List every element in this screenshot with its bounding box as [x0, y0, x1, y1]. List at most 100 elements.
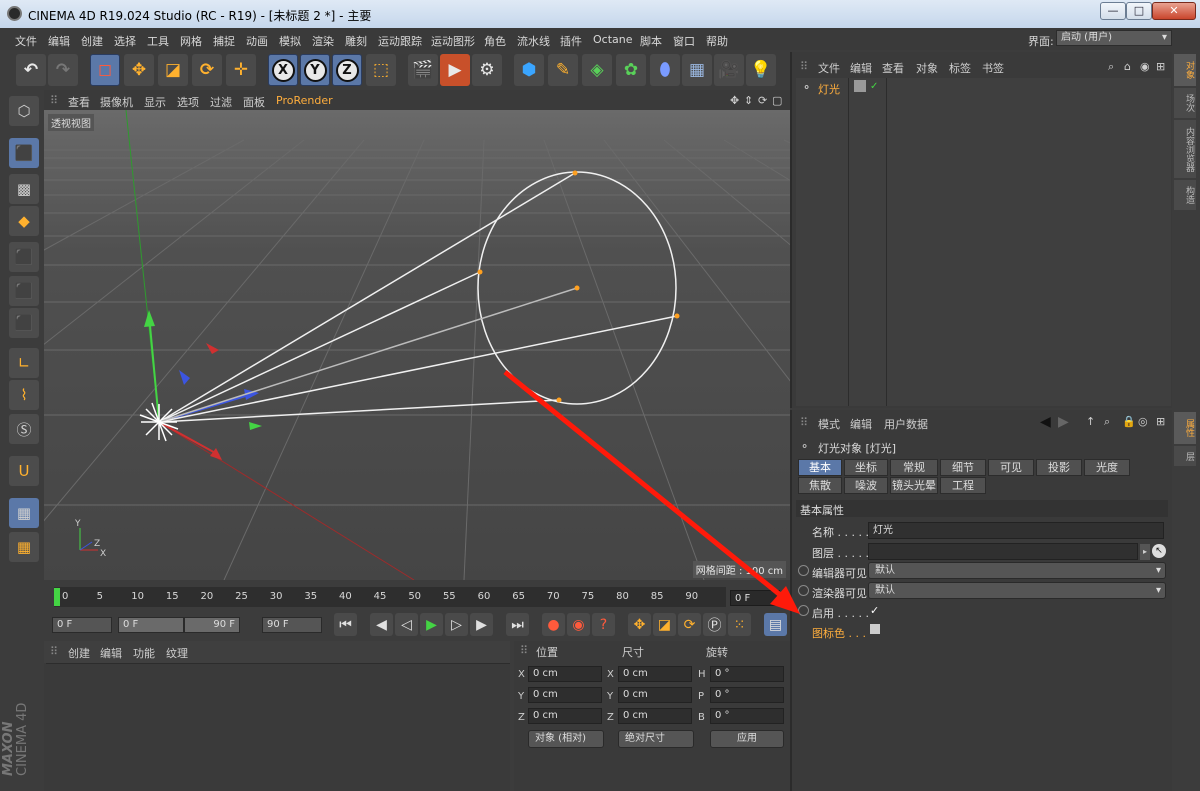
layer-swatch-icon[interactable] — [854, 80, 866, 92]
tab-caustics[interactable]: 焦散 — [798, 477, 842, 494]
expand-icon[interactable]: ⊞ — [1156, 415, 1165, 428]
menu-tools[interactable]: 工具 — [147, 33, 169, 49]
menu-help[interactable]: 帮助 — [706, 33, 728, 49]
pos-y-field[interactable]: 0 cm — [528, 687, 602, 703]
lock-icon[interactable]: 🔒 — [1122, 415, 1136, 428]
material-area[interactable] — [46, 663, 510, 791]
subdivision-icon[interactable]: ◈ — [582, 54, 612, 86]
tab-visibility[interactable]: 可见 — [988, 459, 1034, 476]
polygons-mode-icon[interactable]: ⬛ — [9, 308, 39, 338]
om-menu-edit[interactable]: 编辑 — [850, 60, 872, 76]
material-menu-function[interactable]: 功能 — [133, 645, 155, 661]
redo-icon[interactable]: ↷ — [48, 54, 78, 86]
close-button[interactable]: ✕ — [1152, 2, 1196, 20]
pos-z-field[interactable]: 0 cm — [528, 708, 602, 724]
enabled-checkbox[interactable]: ✓ — [870, 604, 879, 617]
layout-dropdown[interactable]: 启动 (用户) ▾ — [1056, 30, 1172, 46]
menu-animate[interactable]: 动画 — [246, 33, 268, 49]
axis-mode-icon[interactable]: ∟ — [9, 348, 39, 378]
next-frame-icon[interactable]: ▷ — [445, 613, 468, 636]
tab-photometric[interactable]: 光度 — [1084, 459, 1130, 476]
menu-simulate[interactable]: 模拟 — [279, 33, 301, 49]
material-menu-texture[interactable]: 纹理 — [166, 645, 188, 661]
model-mode-icon[interactable]: ⬛ — [9, 138, 39, 168]
menu-select[interactable]: 选择 — [114, 33, 136, 49]
menu-octane[interactable]: Octane — [593, 33, 633, 46]
tab-objects[interactable]: 对象 — [1174, 54, 1196, 86]
workplane-mode-icon[interactable]: ◆ — [9, 206, 39, 236]
coordinate-mode-dropdown[interactable]: 对象 (相对) — [528, 730, 604, 748]
object-name[interactable]: 灯光 — [818, 81, 840, 97]
preview-max-slider[interactable]: 90 F — [184, 617, 240, 633]
key-scale-icon[interactable]: ◪ — [653, 613, 676, 636]
key-rotation-icon[interactable]: ⟳ — [678, 613, 701, 636]
viewport-menu-filter[interactable]: 过滤 — [210, 94, 232, 110]
menu-file[interactable]: 文件 — [15, 33, 37, 49]
key-parameter-icon[interactable]: Ⓟ — [703, 613, 726, 636]
undo-icon[interactable]: ↶ — [16, 54, 46, 86]
menu-edit[interactable]: 编辑 — [48, 33, 70, 49]
camera-icon[interactable]: 🎥 — [714, 54, 744, 86]
current-frame-field[interactable]: 0 F — [730, 590, 780, 606]
scale-icon[interactable]: ◪ — [158, 54, 188, 86]
tab-lens-glow[interactable]: 镜头光晕 — [890, 477, 938, 494]
axis-z-lock[interactable]: Z — [332, 54, 362, 86]
start-frame-field[interactable]: 0 F — [52, 617, 112, 633]
snap-icon[interactable]: Ⓢ — [9, 414, 39, 444]
points-mode-icon[interactable]: ⬛ — [9, 242, 39, 272]
viewport-dolly-icon[interactable]: ⇕ — [744, 94, 753, 107]
material-menu-edit[interactable]: 编辑 — [100, 645, 122, 661]
timeline[interactable]: 0 5 10 15 20 25 30 35 40 45 50 55 60 65 70 75 80 85 90 0 F — [44, 583, 790, 610]
tab-basic[interactable]: 基本 — [798, 459, 842, 476]
menu-create[interactable]: 创建 — [81, 33, 103, 49]
viewport-menu-cameras[interactable]: 摄像机 — [100, 94, 133, 110]
render-visible-dropdown[interactable]: 默认 ▾ — [868, 582, 1166, 599]
viewport-rotate-icon[interactable]: ⟳ — [758, 94, 767, 107]
om-menu-view[interactable]: 查看 — [882, 60, 904, 76]
render-view-icon[interactable]: 🎬 — [408, 54, 438, 86]
material-menu-create[interactable]: 创建 — [68, 645, 90, 661]
menu-mesh[interactable]: 网格 — [180, 33, 202, 49]
layer-expand-icon[interactable]: ▸ — [1140, 544, 1150, 560]
deformer-icon[interactable]: ⬮ — [650, 54, 680, 86]
workplane-lock-icon[interactable]: ▦ — [9, 498, 39, 528]
record-active-icon[interactable]: ● — [542, 613, 565, 636]
viewport-toggle-icon[interactable]: ▢ — [772, 94, 782, 107]
minimize-button[interactable]: — — [1100, 2, 1126, 20]
tab-details[interactable]: 细节 — [940, 459, 986, 476]
render-settings-icon[interactable]: ⚙ — [472, 54, 502, 86]
perspective-viewport[interactable]: Y Z X 透视视图 网格间距 : 100 cm — [44, 110, 790, 580]
forward-arrow-icon[interactable]: ▶ — [1058, 414, 1069, 430]
tab-noise[interactable]: 噪波 — [844, 477, 888, 494]
tab-layers[interactable]: 层 — [1174, 446, 1196, 466]
tab-coord[interactable]: 坐标 — [844, 459, 888, 476]
world-coordinates-icon[interactable]: ⬚ — [366, 54, 396, 86]
object-row-light[interactable]: ⚬ 灯光 ✓ — [796, 80, 896, 96]
am-menu-edit[interactable]: 编辑 — [850, 416, 872, 432]
live-select-icon[interactable]: ◻ — [90, 54, 120, 86]
rotate-icon[interactable]: ⟳ — [192, 54, 222, 86]
maximize-button[interactable]: □ — [1126, 2, 1152, 20]
am-menu-user-data[interactable]: 用户数据 — [884, 416, 928, 432]
home-icon[interactable]: ⌂ — [1124, 60, 1131, 73]
pick-cursor-icon[interactable]: ↖ — [1152, 544, 1166, 558]
playhead[interactable] — [54, 588, 60, 606]
menu-pipeline[interactable]: 流水线 — [517, 33, 550, 49]
viewport-menu-view[interactable]: 查看 — [68, 94, 90, 110]
icon-color-checkbox[interactable] — [870, 624, 880, 634]
play-icon[interactable]: ▶ — [420, 613, 443, 636]
editor-visible-dropdown[interactable]: 默认 ▾ — [868, 562, 1166, 579]
tab-shadow[interactable]: 投影 — [1036, 459, 1082, 476]
menu-sculpt[interactable]: 雕刻 — [345, 33, 367, 49]
go-to-start-icon[interactable]: ⏮ — [334, 613, 357, 636]
rot-h-field[interactable]: 0 ° — [710, 666, 784, 682]
floor-icon[interactable]: ▦ — [682, 54, 712, 86]
make-editable-icon[interactable]: ⬡ — [9, 96, 39, 126]
om-menu-objects[interactable]: 对象 — [916, 60, 938, 76]
previous-key-icon[interactable]: ◀ — [370, 613, 393, 636]
layer-field[interactable] — [868, 543, 1138, 560]
key-point-level-icon[interactable]: ⁙ — [728, 613, 751, 636]
end-frame-field[interactable]: 90 F — [262, 617, 322, 633]
expand-icon[interactable]: ⊞ — [1156, 60, 1165, 73]
keyframe-dot-icon[interactable] — [798, 605, 809, 616]
